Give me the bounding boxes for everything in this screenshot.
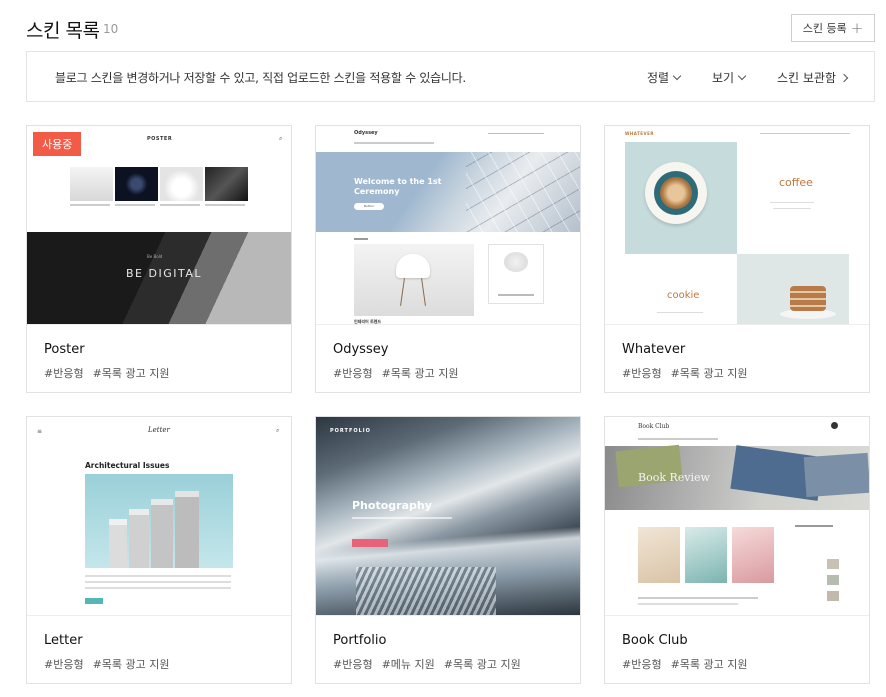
preview-headline: Photography bbox=[352, 499, 432, 512]
skin-card-letter[interactable]: ≡ Letter ⌕ Architectural Issues Letter #… bbox=[26, 416, 292, 684]
plus-icon: + bbox=[850, 18, 864, 37]
skin-tag: #반응형 bbox=[333, 658, 373, 671]
sort-dropdown[interactable]: 정렬 bbox=[647, 69, 682, 86]
skin-tag: #목록 광고 지원 bbox=[381, 367, 459, 380]
skin-tags: #반응형 #목록 광고 지원 bbox=[622, 365, 748, 381]
info-bar: 블로그 스킨을 변경하거나 저장할 수 있고, 직접 업로드한 스킨을 적용할 … bbox=[26, 51, 875, 102]
skin-tags: #반응형 #목록 광고 지원 bbox=[44, 365, 170, 381]
register-skin-button[interactable]: 스킨 등록 + bbox=[791, 14, 875, 42]
skin-name: Portfolio bbox=[333, 633, 387, 648]
preview-logo: Book Club bbox=[638, 423, 670, 430]
skin-tags: #반응형 #목록 광고 지원 bbox=[622, 656, 748, 672]
skin-preview: WHATEVER coffee cookie bbox=[605, 126, 869, 325]
skin-name: Book Club bbox=[622, 633, 688, 648]
skin-name: Letter bbox=[44, 633, 83, 648]
menu-icon: ≡ bbox=[37, 428, 43, 435]
in-use-badge: 사용중 bbox=[33, 132, 82, 156]
skin-tag: #반응형 bbox=[622, 367, 662, 380]
skin-tag: #반응형 bbox=[622, 658, 662, 671]
chevron-down-icon bbox=[737, 71, 747, 80]
skin-preview: PORTFOLIO Photography bbox=[316, 417, 580, 616]
preview-banner: BE DIGITAL bbox=[126, 267, 202, 280]
skin-tags: #반응형 #메뉴 지원 #목록 광고 지원 bbox=[333, 656, 521, 672]
skin-card-portfolio[interactable]: PORTFOLIO Photography Portfolio #반응형 #메뉴… bbox=[315, 416, 581, 684]
skin-tag: #목록 광고 지원 bbox=[92, 367, 170, 380]
preview-logo: Odyssey bbox=[354, 130, 378, 136]
preview-word-cookie: cookie bbox=[667, 290, 700, 301]
skin-card-book-club[interactable]: Book Club Book Review Book Club #반응형 #목록… bbox=[604, 416, 870, 684]
preview-word-coffee: coffee bbox=[779, 176, 813, 189]
preview-hero-button: Button bbox=[354, 203, 384, 210]
register-skin-label: 스킨 등록 bbox=[802, 22, 847, 35]
preview-logo: POSTER bbox=[147, 136, 173, 142]
preview-logo: PORTFOLIO bbox=[330, 428, 371, 434]
skin-tags: #반응형 #목록 광고 지원 bbox=[333, 365, 459, 381]
preview-hero: Welcome to the 1st Ceremony bbox=[354, 177, 442, 196]
chevron-right-icon bbox=[839, 73, 849, 82]
skin-tag: #반응형 bbox=[44, 658, 84, 671]
page-header: 스킨 목록 10 스킨 등록 + bbox=[26, 14, 875, 44]
preview-banner-small: Be Bold bbox=[147, 254, 163, 259]
skin-card-whatever[interactable]: WHATEVER coffee cookie Whatever #반응형 #목록… bbox=[604, 125, 870, 393]
skin-tag: #메뉴 지원 bbox=[381, 658, 435, 671]
skin-tags: #반응형 #목록 광고 지원 bbox=[44, 656, 170, 672]
skin-tag: #목록 광고 지원 bbox=[670, 367, 748, 380]
preview-section: 인테리어 트렌드 bbox=[354, 319, 382, 324]
skin-tag: #목록 광고 지원 bbox=[92, 658, 170, 671]
skin-count: 10 bbox=[103, 22, 119, 36]
skin-storage-link[interactable]: 스킨 보관함 bbox=[777, 69, 849, 86]
search-icon: ⌕ bbox=[276, 427, 280, 434]
skin-preview: Book Club Book Review bbox=[605, 417, 869, 616]
skin-name: Odyssey bbox=[333, 342, 389, 357]
chevron-down-icon bbox=[672, 71, 682, 80]
preview-headline: Architectural Issues bbox=[85, 461, 170, 470]
skin-name: Whatever bbox=[622, 342, 686, 357]
preview-banner: Book Review bbox=[638, 471, 710, 484]
skin-tag: #목록 광고 지원 bbox=[443, 658, 521, 671]
sort-label: 정렬 bbox=[647, 71, 670, 85]
skin-name: Poster bbox=[44, 342, 85, 357]
skin-tag: #반응형 bbox=[44, 367, 84, 380]
skin-preview: Odyssey Welcome to the 1st Ceremony Butt… bbox=[316, 126, 580, 325]
preview-logo: WHATEVER bbox=[625, 131, 654, 136]
preview-logo: Letter bbox=[148, 426, 170, 434]
search-icon: ⌕ bbox=[279, 135, 283, 142]
page-title: 스킨 목록 bbox=[26, 20, 100, 42]
skin-storage-label: 스킨 보관함 bbox=[777, 71, 837, 85]
view-label: 보기 bbox=[712, 71, 735, 85]
view-dropdown[interactable]: 보기 bbox=[712, 69, 747, 86]
skin-tag: #목록 광고 지원 bbox=[670, 658, 748, 671]
info-text: 블로그 스킨을 변경하거나 저장할 수 있고, 직접 업로드한 스킨을 적용할 … bbox=[55, 71, 466, 85]
skin-tag: #반응형 bbox=[333, 367, 373, 380]
skin-preview: ≡ Letter ⌕ Architectural Issues bbox=[27, 417, 291, 616]
skin-card-odyssey[interactable]: Odyssey Welcome to the 1st Ceremony Butt… bbox=[315, 125, 581, 393]
skin-card-poster[interactable]: 사용중 POSTER ⌕ Be Bold BE DIGITAL Poster #… bbox=[26, 125, 292, 393]
